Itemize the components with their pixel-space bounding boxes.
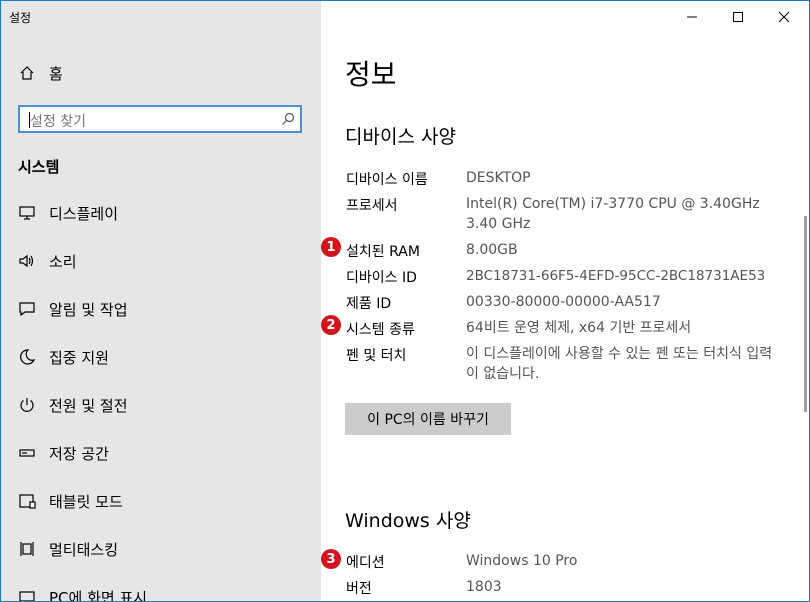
spec-value-edition[interactable]: Windows 10 Pro xyxy=(466,551,786,571)
tablet-icon xyxy=(17,491,37,511)
speaker-icon xyxy=(17,251,37,271)
sidebar-item-tablet-mode[interactable]: 태블릿 모드 xyxy=(17,489,123,513)
search-placeholder: 설정 찾기 xyxy=(30,114,86,130)
spec-value-system-type[interactable]: 64비트 운영 체제, x64 기반 프로세서 xyxy=(466,318,786,338)
windows-spec-heading: Windows 사양 xyxy=(345,510,471,532)
monitor-icon xyxy=(17,203,37,223)
nav-home[interactable]: 홈 xyxy=(17,61,63,85)
settings-window: 설정 홈 설정 찾기 시스템 디스플레이 소리 알림 및 작업 집중 지원 전원… xyxy=(0,0,810,602)
sidebar-item-focus-assist[interactable]: 집중 지원 xyxy=(17,345,109,369)
sidebar-item-label: PC에 화면 표시 xyxy=(49,588,148,602)
sidebar-item-label: 태블릿 모드 xyxy=(49,492,123,511)
sidebar-item-label: 전원 및 절전 xyxy=(49,396,128,415)
scrollbar-thumb[interactable] xyxy=(804,216,807,412)
minimize-icon xyxy=(687,16,697,18)
sidebar-item-sound[interactable]: 소리 xyxy=(17,249,77,273)
sidebar-item-multitasking[interactable]: 멀티태스킹 xyxy=(17,537,118,561)
page-title: 정보 xyxy=(345,58,397,91)
spec-label-version: 버전 xyxy=(346,581,372,597)
sidebar-item-label: 알림 및 작업 xyxy=(49,300,128,319)
spec-label-edition: 에디션 xyxy=(346,555,385,571)
minimize-button[interactable] xyxy=(669,1,715,33)
spec-label-product-id: 제품 ID xyxy=(346,296,392,312)
spec-label-device-name: 디바이스 이름 xyxy=(346,172,428,188)
spec-label-system-type: 시스템 종류 xyxy=(346,322,415,338)
spec-label-processor: 프로세서 xyxy=(346,198,398,214)
multitasking-icon xyxy=(17,539,37,559)
home-icon xyxy=(17,63,37,83)
spec-value-pen-touch[interactable]: 이 디스플레이에 사용할 수 있는 펜 또는 터치식 입력이 없습니다. xyxy=(466,344,781,384)
spec-label-device-id: 디바이스 ID xyxy=(346,270,417,286)
notification-icon xyxy=(17,299,37,319)
sidebar-item-display[interactable]: 디스플레이 xyxy=(17,201,118,225)
callout-badge-3: 3 xyxy=(321,549,341,569)
close-icon xyxy=(778,11,790,23)
callout-badge-1: 1 xyxy=(321,237,341,257)
sidebar-item-label: 소리 xyxy=(49,252,77,271)
spec-value-device-name[interactable]: DESKTOP xyxy=(466,168,786,188)
rename-pc-button[interactable]: 이 PC의 이름 바꾸기 xyxy=(345,403,511,435)
sidebar-item-storage[interactable]: 저장 공간 xyxy=(17,441,109,465)
search-input[interactable]: 설정 찾기 xyxy=(18,105,302,133)
spec-value-processor[interactable]: Intel(R) Core(TM) i7-3770 CPU @ 3.40GHz … xyxy=(466,194,766,234)
spec-label-pen-touch: 펜 및 터치 xyxy=(346,348,407,364)
spec-value-product-id[interactable]: 00330-80000-00000-AA517 xyxy=(466,292,786,312)
maximize-button[interactable] xyxy=(715,1,761,33)
callout-badge-2: 2 xyxy=(321,315,341,335)
section-title-system: 시스템 xyxy=(18,158,60,176)
sidebar-item-project[interactable]: PC에 화면 표시 xyxy=(17,585,148,602)
sidebar-item-label: 멀티태스킹 xyxy=(49,540,119,559)
device-spec-heading: 디바이스 사양 xyxy=(345,126,456,148)
sidebar-item-notifications[interactable]: 알림 및 작업 xyxy=(17,297,128,321)
sidebar-item-label: 저장 공간 xyxy=(49,444,109,463)
nav-home-label: 홈 xyxy=(49,64,63,83)
spec-value-ram[interactable]: 8.00GB xyxy=(466,240,786,260)
app-title: 설정 xyxy=(9,11,32,25)
close-button[interactable] xyxy=(761,1,807,33)
moon-icon xyxy=(17,347,37,367)
spec-value-device-id[interactable]: 2BC18731-66F5-4EFD-95CC-2BC18731AE53 xyxy=(466,266,786,286)
main-content: 정보 디바이스 사양 디바이스 이름 DESKTOP 프로세서 Intel(R)… xyxy=(321,1,809,601)
power-icon xyxy=(17,395,37,415)
sidebar-item-label: 디스플레이 xyxy=(49,204,119,223)
search-icon[interactable] xyxy=(280,111,296,127)
maximize-icon xyxy=(733,12,743,22)
project-icon xyxy=(17,587,37,601)
sidebar-item-label: 집중 지원 xyxy=(49,348,109,367)
storage-icon xyxy=(17,443,37,463)
spec-value-version[interactable]: 1803 xyxy=(466,577,786,597)
sidebar-item-power[interactable]: 전원 및 절전 xyxy=(17,393,128,417)
spec-label-ram: 설치된 RAM xyxy=(346,244,420,260)
sidebar: 설정 홈 설정 찾기 시스템 디스플레이 소리 알림 및 작업 집중 지원 전원… xyxy=(1,1,321,601)
